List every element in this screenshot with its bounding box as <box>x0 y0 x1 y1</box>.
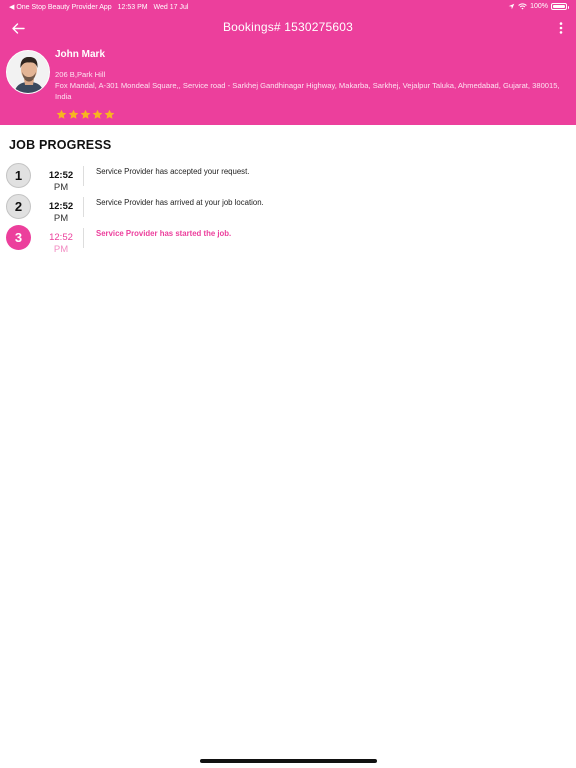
star-icon <box>104 109 115 119</box>
more-options-button[interactable] <box>556 18 566 38</box>
status-bar-left: ◀ One Stop Beauty Provider App 12:53 PM … <box>9 3 192 11</box>
status-date: Wed 17 Jul <box>153 4 189 11</box>
progress-step-2: 2 12:52 PM Service Provider has arrived … <box>0 194 576 225</box>
customer-name: John Mark <box>55 49 106 60</box>
step-time: 12:52 PM <box>44 201 78 225</box>
step-description: Service Provider has arrived at your job… <box>96 198 264 207</box>
step-time-ampm: PM <box>53 213 69 224</box>
more-vertical-icon <box>559 22 563 34</box>
job-progress-title: JOB PROGRESS <box>9 138 112 152</box>
progress-step-1: 1 12:52 PM Service Provider has accepted… <box>0 163 576 194</box>
step-divider <box>83 166 84 186</box>
back-to-app-link[interactable]: ◀ One Stop Beauty Provider App <box>9 4 112 11</box>
status-time: 12:53 PM <box>117 4 148 11</box>
step-divider <box>83 228 84 248</box>
step-time-hm: 12:52 <box>48 201 74 212</box>
status-bar: ◀ One Stop Beauty Provider App 12:53 PM … <box>0 0 576 14</box>
customer-rating <box>56 109 115 120</box>
step-time: 12:52 PM <box>44 232 78 256</box>
customer-address: 206 B,Park Hill Fox Mandal, A-301 Mondea… <box>55 69 560 102</box>
address-line-2: Fox Mandal, A-301 Mondeal Square,, Servi… <box>55 81 560 101</box>
avatar-photo <box>7 51 49 93</box>
status-bar-right: 100% <box>508 3 569 10</box>
step-time-ampm: PM <box>53 182 69 193</box>
step-time-hm: 12:52 <box>49 232 73 243</box>
booking-header: ◀ One Stop Beauty Provider App 12:53 PM … <box>0 0 576 125</box>
star-icon <box>68 109 79 119</box>
page-title: Bookings# 1530275603 <box>222 20 354 34</box>
address-line-1: 206 B,Park Hill <box>55 70 106 79</box>
battery-icon <box>551 3 569 10</box>
step-number-badge: 1 <box>6 163 31 188</box>
location-arrow-icon <box>508 3 515 10</box>
battery-percent: 100% <box>530 3 548 10</box>
wifi-icon <box>518 3 527 10</box>
step-description: Service Provider has started the job. <box>96 229 232 238</box>
step-number-badge: 3 <box>6 225 31 250</box>
step-number-badge: 2 <box>6 194 31 219</box>
progress-step-3: 3 12:52 PM Service Provider has started … <box>0 225 576 256</box>
step-time-ampm: PM <box>53 244 69 255</box>
home-indicator[interactable] <box>200 759 377 763</box>
star-icon <box>56 109 67 119</box>
step-description: Service Provider has accepted your reque… <box>96 167 250 176</box>
step-time-hm: 12:52 <box>48 170 74 181</box>
star-icon <box>80 109 91 119</box>
customer-avatar <box>6 50 50 94</box>
step-divider <box>83 197 84 217</box>
star-icon <box>92 109 103 119</box>
step-time: 12:52 PM <box>44 170 78 194</box>
